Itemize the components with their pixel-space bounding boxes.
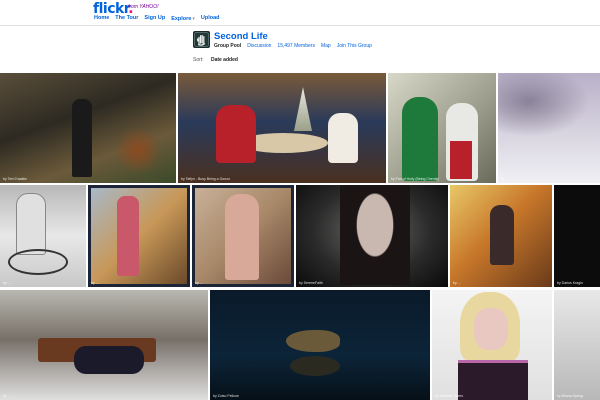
- nav-upload[interactable]: Upload: [201, 15, 220, 22]
- photo-thumbnail[interactable]: by Briana Spring: [554, 290, 600, 400]
- main-nav: Home The Tour Sign Up Explore▾ Upload: [94, 15, 226, 22]
- photo-caption: by Jaliesse Torres: [435, 394, 463, 398]
- photo-caption: by Taffyn - Busy Being a Gonzo: [181, 177, 230, 181]
- photo-thumbnail[interactable]: by Jaliesse Torres: [432, 290, 552, 400]
- nav-explore[interactable]: Explore: [171, 16, 191, 22]
- photo-thumbnail[interactable]: by ...: [0, 185, 86, 287]
- nav-explore-wrap[interactable]: Explore▾: [171, 15, 195, 22]
- photo-woman: [225, 194, 259, 280]
- photo-trees: [498, 73, 600, 143]
- photo-inner: [195, 188, 291, 284]
- photo-thumbnail[interactable]: by ...: [450, 185, 552, 287]
- sort-control: Sort: Date added: [193, 57, 238, 63]
- photo-hair: [340, 185, 410, 285]
- photo-caption: by Terri Kaatkin: [3, 177, 28, 181]
- photo-figure-red: [450, 141, 472, 179]
- join-group-link[interactable]: Join This Group: [337, 43, 372, 49]
- photo-caption: by ...: [501, 177, 509, 181]
- photo-santa: [216, 105, 256, 163]
- top-bar: flickr. from YAHOO! Home The Tour Sign U…: [0, 0, 600, 26]
- nav-sign-up[interactable]: Sign Up: [144, 15, 165, 22]
- tab-group-pool[interactable]: Group Pool: [214, 43, 241, 49]
- photo-couple: [74, 346, 144, 374]
- yahoo-tagline: from YAHOO!: [128, 4, 159, 10]
- photo-fish: [286, 330, 340, 352]
- photo-boy: [16, 193, 46, 255]
- photo-figure-green: [402, 97, 438, 181]
- photo-caption: by ...: [195, 281, 203, 285]
- photo-caption: by ...: [91, 281, 99, 285]
- photo-tree: [294, 87, 312, 131]
- photo-caption: by Zutso Pelicue: [213, 394, 239, 398]
- photo-highlight: [118, 123, 158, 178]
- photo-bike: [8, 249, 68, 275]
- photo-figure: [72, 99, 92, 177]
- photo-man: [490, 205, 514, 265]
- photo-dress: [458, 360, 528, 400]
- photo-woman: [328, 113, 358, 163]
- photo-thumbnail[interactable]: by Fan of Holly (Being Chente): [388, 73, 496, 183]
- photo-thumbnail[interactable]: by ...: [88, 185, 190, 287]
- photo-thumbnail[interactable]: by Terri Kaatkin: [0, 73, 176, 183]
- photo-caption: by Darius Kragin: [557, 281, 583, 285]
- photo-thumbnail[interactable]: by SereneFaith: [296, 185, 448, 287]
- sort-dropdown[interactable]: Date added: [211, 57, 238, 63]
- photo-caption: by ...: [3, 394, 11, 398]
- photo-thumbnail[interactable]: by Taffyn - Busy Being a Gonzo: [178, 73, 386, 183]
- photo-woman: [117, 196, 139, 276]
- sort-label: Sort:: [193, 57, 204, 63]
- second-life-hand-icon: [193, 31, 210, 48]
- photo-thumbnail[interactable]: by Zutso Pelicue: [210, 290, 430, 400]
- group-header: Second Life Group Pool Discussion 15,497…: [193, 31, 453, 53]
- nav-the-tour[interactable]: The Tour: [115, 15, 138, 22]
- photo-caption: by ...: [3, 281, 11, 285]
- photo-caption: by ...: [453, 281, 461, 285]
- photo-caption: by Briana Spring: [557, 394, 583, 398]
- photo-reflection: [290, 356, 340, 376]
- chevron-down-icon[interactable]: ▾: [192, 16, 195, 22]
- photo-thumbnail[interactable]: by ...: [192, 185, 294, 287]
- photo-face: [474, 308, 508, 350]
- photo-inner: [91, 188, 187, 284]
- group-title[interactable]: Second Life: [214, 31, 268, 42]
- nav-home[interactable]: Home: [94, 15, 109, 22]
- tab-map[interactable]: Map: [321, 43, 331, 49]
- photo-caption: by Fan of Holly (Being Chente): [391, 177, 439, 181]
- photo-thumbnail[interactable]: by Darius Kragin: [554, 185, 600, 287]
- photo-thumbnail[interactable]: by ...: [498, 73, 600, 183]
- photo-caption: by SereneFaith: [299, 281, 323, 285]
- group-tabs: Group Pool Discussion 15,497 Members Map…: [214, 43, 378, 49]
- tab-discussion[interactable]: Discussion: [247, 43, 271, 49]
- tab-members[interactable]: 15,497 Members: [277, 43, 315, 49]
- photo-thumbnail[interactable]: by ...: [0, 290, 208, 400]
